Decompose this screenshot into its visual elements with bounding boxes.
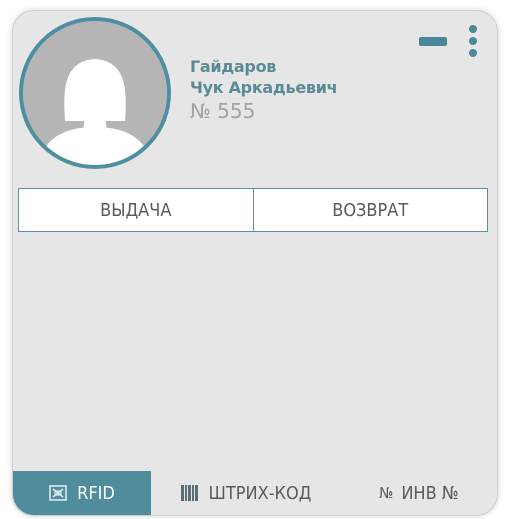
- avatar: [19, 17, 171, 169]
- tab-issue[interactable]: ВЫДАЧА: [19, 189, 253, 231]
- user-info: Гайдаров Чук Аркадьевич № 555: [190, 56, 338, 124]
- user-surname: Гайдаров: [190, 57, 277, 76]
- mode-rfid-label: RFID: [77, 482, 115, 504]
- items-list-area: [18, 232, 488, 465]
- mode-rfid-button[interactable]: RFID: [13, 471, 151, 515]
- user-given-name: Чук Аркадьевич: [190, 78, 338, 97]
- mode-inventory-button[interactable]: № ИНВ №: [341, 471, 497, 515]
- kebab-menu-icon[interactable]: [468, 25, 478, 65]
- reader-card: Гайдаров Чук Аркадьевич № 555 ВЫДАЧА ВОЗ…: [12, 10, 498, 516]
- minimize-icon[interactable]: [419, 37, 447, 46]
- mode-barcode-label: ШТРИХ-КОД: [208, 482, 312, 504]
- rfid-icon: [49, 485, 67, 501]
- tab-return[interactable]: ВОЗВРАТ: [252, 189, 488, 231]
- operation-tabs: ВЫДАЧА ВОЗВРАТ: [18, 188, 488, 232]
- barcode-icon: [180, 485, 199, 501]
- input-mode-bar: RFID ШТРИХ-КОД № ИНВ №: [13, 471, 497, 515]
- mode-barcode-button[interactable]: ШТРИХ-КОД: [151, 471, 341, 515]
- number-sign-icon: №: [379, 484, 394, 502]
- female-silhouette-icon: [23, 21, 167, 165]
- mode-inventory-label: ИНВ №: [401, 482, 459, 504]
- user-number: № 555: [190, 99, 256, 123]
